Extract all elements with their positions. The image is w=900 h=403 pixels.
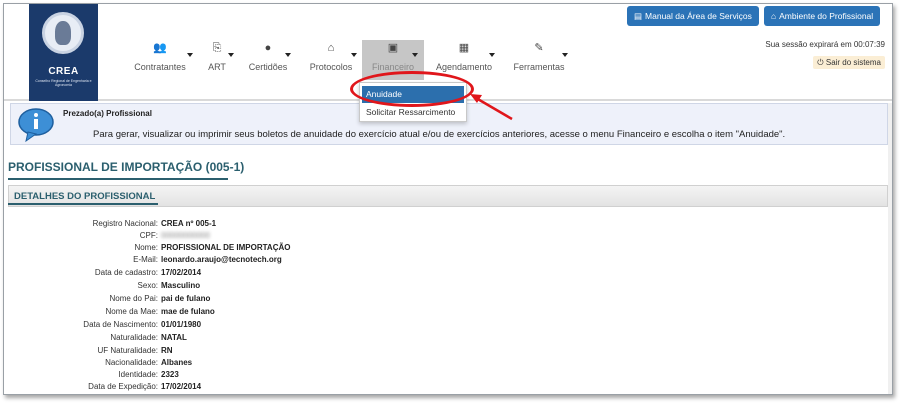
- title-underline: [8, 178, 228, 180]
- chevron-down-icon: [228, 53, 234, 57]
- detail-value: 01/01/1980: [161, 320, 202, 329]
- menu-certidoes[interactable]: ● Certidões: [245, 40, 291, 80]
- detail-row: Nome: PROFISSIONAL DE IMPORTAÇÃO: [4, 242, 404, 254]
- detail-label: CPF:: [139, 231, 158, 240]
- crea-logo[interactable]: CREA Conselho Regional de Engenharia e A…: [29, 4, 98, 101]
- detail-row: Nome do Pai: pai de fulano: [4, 293, 404, 305]
- detail-row: Registro Nacional: CREA nº 005-1: [4, 218, 404, 230]
- menu-label: ART: [208, 62, 226, 72]
- menu-label: Ferramentas: [513, 62, 565, 72]
- info-bubble-icon: [18, 108, 54, 143]
- detail-row: CPF: 00000000000: [4, 230, 404, 242]
- chevron-down-icon: [187, 53, 193, 57]
- detail-row: Nacionalidade: Albanes: [4, 357, 404, 369]
- detail-row: E-Mail: leonardo.araujo@tecnotech.org: [4, 254, 404, 266]
- detail-value: 17/02/2014: [161, 382, 202, 391]
- logout-label: Sair do sistema: [825, 58, 881, 67]
- detail-value: RN: [161, 346, 173, 355]
- menu-ferramentas[interactable]: ✎ Ferramentas: [510, 40, 568, 80]
- detail-value: mae de fulano: [161, 307, 215, 316]
- brand-name: CREA: [48, 66, 79, 77]
- menu-protocolos[interactable]: ⌂ Protocolos: [305, 40, 357, 80]
- menu-label: Agendamento: [435, 62, 493, 72]
- inbox-icon: ⌂: [327, 42, 335, 54]
- menu-art[interactable]: ⎘ ART: [200, 40, 234, 80]
- detail-value: Albanes: [161, 358, 193, 367]
- manual-button[interactable]: ▤ Manual da Área de Serviços: [627, 6, 759, 26]
- detail-value: 00000000000: [161, 231, 210, 240]
- app-window: CREA Conselho Regional de Engenharia e A…: [3, 3, 893, 395]
- power-icon: ⏻: [817, 58, 826, 67]
- wrench-icon: ✎: [534, 42, 544, 54]
- detail-value: NATAL: [161, 333, 187, 342]
- book-icon: ▤: [634, 11, 643, 21]
- detail-label: UF Naturalidade:: [97, 346, 158, 355]
- chevron-down-icon: [412, 53, 418, 57]
- logout-button[interactable]: ⏻ Sair do sistema: [813, 56, 885, 69]
- info-title: Prezado(a) Profissional: [63, 109, 152, 118]
- detail-label: Nome do Pai:: [109, 294, 158, 303]
- chevron-down-icon: [562, 53, 568, 57]
- home-icon: ⌂: [771, 11, 777, 21]
- crea-seal-icon: [42, 12, 84, 54]
- detail-label: Data de Nascimento:: [83, 320, 158, 329]
- section-underline: [8, 203, 158, 205]
- arrow-icon: [470, 94, 513, 121]
- detail-value: Masculino: [161, 281, 201, 290]
- detail-label: Naturalidade:: [110, 333, 158, 342]
- detail-label: Data de cadastro:: [94, 268, 158, 277]
- ambiente-button[interactable]: ⌂ Ambiente do Profissional: [764, 6, 881, 26]
- detail-value: leonardo.araujo@tecnotech.org: [161, 255, 282, 264]
- detail-value: CREA nº 005-1: [161, 219, 217, 228]
- detail-row: Data de cadastro: 17/02/2014: [4, 267, 404, 279]
- chevron-down-icon: [351, 53, 357, 57]
- menu-label: Certidões: [248, 62, 288, 72]
- detail-row: Data de Expedição: 17/02/2014: [4, 381, 404, 393]
- brand-subtitle: Conselho Regional de Engenharia e Agrono…: [35, 79, 92, 87]
- detail-value: pai de fulano: [161, 294, 211, 303]
- calendar-icon: ▦: [458, 42, 470, 54]
- detail-label: Registro Nacional:: [92, 219, 158, 228]
- detail-label: E-Mail:: [133, 255, 158, 264]
- detail-value: 2323: [161, 370, 179, 379]
- menu-contratantes[interactable]: 👥 Contratantes: [127, 40, 193, 80]
- manual-button-label: Manual da Área de Serviços: [645, 11, 752, 21]
- detail-row: Nome da Mae: mae de fulano: [4, 306, 404, 318]
- detail-label: Sexo:: [137, 281, 158, 290]
- menu-label: Protocolos: [309, 62, 353, 72]
- detail-row: Naturalidade: NATAL: [4, 332, 404, 344]
- detail-label: Nome da Mae:: [105, 307, 158, 316]
- highlight-ring: [350, 71, 474, 107]
- detail-label: Nome:: [134, 243, 158, 252]
- menu-label: Contratantes: [134, 62, 186, 72]
- info-message: Para gerar, visualizar ou imprimir seus …: [93, 129, 786, 140]
- scrollbar[interactable]: [888, 103, 892, 394]
- users-icon: 👥: [153, 42, 167, 54]
- session-timer: Sua sessão expirará em 00:07:39: [765, 40, 885, 49]
- chevron-down-icon: [489, 53, 495, 57]
- detail-row: Sexo: Masculino: [4, 280, 404, 292]
- detail-label: Identidade:: [118, 370, 158, 379]
- section-title: DETALHES DO PROFISSIONAL: [14, 191, 156, 202]
- detail-label: Nacionalidade:: [105, 358, 158, 367]
- detail-value: 17/02/2014: [161, 268, 202, 277]
- detail-label: Data de Expedição:: [88, 382, 158, 391]
- page-title: PROFISSIONAL DE IMPORTAÇÃO (005-1): [8, 160, 245, 174]
- chevron-down-icon: [285, 53, 291, 57]
- detail-row: Data de Nascimento: 01/01/1980: [4, 319, 404, 331]
- ambiente-button-label: Ambiente do Profissional: [779, 11, 874, 21]
- detail-row: Identidade: 2323: [4, 369, 404, 381]
- detail-row: UF Naturalidade: RN: [4, 345, 404, 357]
- detail-value: PROFISSIONAL DE IMPORTAÇÃO: [161, 243, 291, 252]
